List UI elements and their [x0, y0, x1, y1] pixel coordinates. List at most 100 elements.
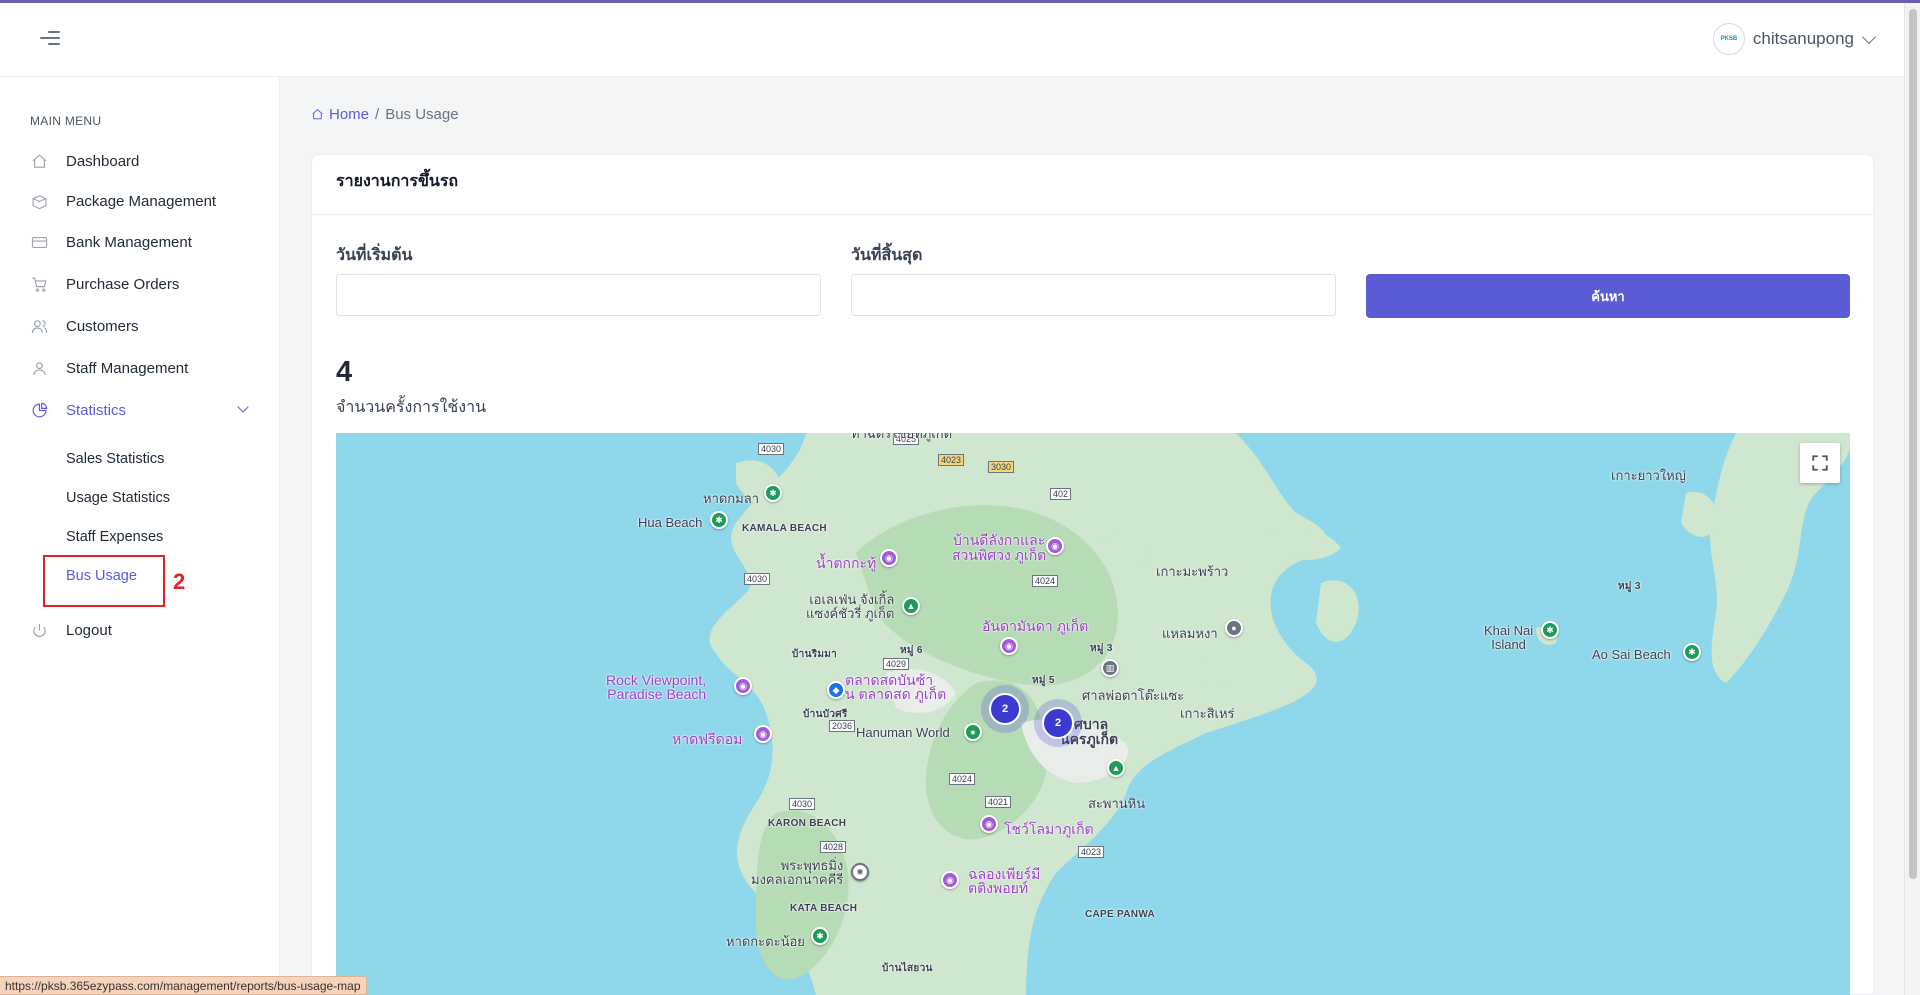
beach-marker-icon[interactable]: ✱	[710, 511, 728, 529]
sidebar-item-label: Dashboard	[66, 152, 140, 170]
park-marker-icon[interactable]: ▲	[1107, 759, 1125, 777]
map-label: Khai Nai Island	[1484, 623, 1534, 652]
sidebar-item-bank-management[interactable]: Bank Management	[30, 229, 255, 255]
scrollbar-thumb[interactable]	[1909, 9, 1917, 879]
road-shield: 4023	[1078, 846, 1105, 858]
road-shield: 402	[1050, 488, 1072, 500]
map-label: สะพานหิน	[1088, 796, 1146, 811]
bus-usage-cluster-marker[interactable]: 2	[1034, 699, 1082, 747]
beach-marker-icon[interactable]: ✱	[811, 927, 829, 945]
temple-marker-icon[interactable]: ✹	[851, 863, 869, 881]
user-icon	[30, 359, 48, 377]
top-header: PKSB chitsanupong	[0, 3, 1904, 77]
road-shield: 4024	[949, 773, 976, 785]
breadcrumb-current: Bus Usage	[385, 106, 459, 123]
attraction-marker-icon[interactable]: ◉	[1000, 637, 1018, 655]
attraction-marker-icon[interactable]: ◉	[980, 815, 998, 833]
map-label: เอเลเฟ่น จังเกิ้ล แซงค์ชัวรี่ ภูเก็ต	[806, 592, 895, 621]
sidebar-subitem-sales-statistics[interactable]: Sales Statistics	[66, 451, 164, 467]
sidebar-subitem-staff-expenses[interactable]: Staff Expenses	[66, 529, 163, 545]
avatar: PKSB	[1712, 23, 1745, 55]
beach-marker-icon[interactable]: ✱	[1683, 643, 1701, 661]
sidebar-item-customers[interactable]: Customers	[30, 313, 255, 339]
sidebar-item-label: Purchase Orders	[66, 275, 180, 293]
attraction-marker-icon[interactable]: ◉	[754, 725, 772, 743]
attraction-marker-icon[interactable]: ◉	[1046, 537, 1064, 555]
map-label: บ้านริมมา	[792, 649, 838, 660]
road-shield: 4030	[789, 798, 816, 810]
shopping-marker-icon[interactable]: ◆	[827, 681, 845, 699]
attraction-marker-icon[interactable]: ◉	[941, 871, 959, 889]
attraction-marker-icon[interactable]: ◉	[734, 677, 752, 695]
page-scrollbar[interactable]	[1904, 3, 1920, 995]
menu-title: MAIN MENU	[30, 114, 102, 128]
map-label: โชว์โลมาภูเก็ต	[1004, 821, 1094, 837]
cluster-count: 2	[989, 693, 1021, 725]
road-shield: 4030	[744, 573, 771, 585]
end-date-input[interactable]	[851, 274, 1336, 316]
road-shield: 3030	[988, 461, 1015, 473]
user-menu[interactable]: PKSB chitsanupong	[1712, 23, 1877, 55]
sidebar-item-statistics[interactable]: Statistics	[30, 397, 255, 423]
annotation-highlight-box	[43, 555, 165, 607]
start-date-input[interactable]	[336, 274, 821, 316]
breadcrumb-home-link[interactable]: Home	[311, 106, 369, 123]
package-icon	[30, 192, 48, 210]
road-shield: 4021	[985, 796, 1012, 808]
usage-count-label: จำนวนครั้งการใช้งาน	[336, 399, 486, 416]
map-label: หมู่ 5	[1032, 675, 1055, 686]
park-marker-icon[interactable]: ▲	[902, 597, 920, 615]
breadcrumb: Home / Bus Usage	[311, 106, 459, 123]
breadcrumb-separator: /	[375, 106, 380, 123]
map-label: บ้านไสยวน	[882, 963, 933, 974]
attraction-marker-icon[interactable]: ◉	[880, 549, 898, 567]
map-label: หาดกะตะน้อย	[726, 934, 805, 949]
map-label: บ้านดีลังกาและ สวนพิศวง ภูเก็ต	[952, 532, 1047, 563]
map-label: KARON BEACH	[768, 818, 847, 829]
map-label: แหลมหงา	[1162, 626, 1218, 641]
sidebar-item-logout[interactable]: Logout	[30, 617, 255, 643]
search-button[interactable]: ค้นหา	[1366, 274, 1850, 318]
home-icon	[30, 152, 48, 170]
sidebar-item-label: Customers	[66, 317, 139, 335]
fullscreen-icon	[1812, 455, 1828, 471]
sidebar-item-dashboard[interactable]: Dashboard	[30, 148, 255, 174]
breadcrumb-home-label: Home	[329, 106, 370, 123]
map-label: เกาะยาวใหญ่	[1611, 468, 1686, 483]
beach-marker-icon[interactable]: ✱	[764, 484, 782, 502]
sidebar-subitem-usage-statistics[interactable]: Usage Statistics	[66, 490, 170, 506]
map-label: Hanuman World	[856, 725, 950, 740]
map-label: เกาะมะพร้าว	[1156, 564, 1229, 579]
usage-count-value: 4	[336, 356, 353, 388]
map-label: ฉลองเพียร์มี ตติงพอยท์	[968, 866, 1041, 896]
map-label: น้ำตกกะทู้	[816, 555, 877, 571]
bus-usage-map[interactable]: 4030 4025 4023 3030 402 4030 4029 2036 4…	[336, 433, 1850, 995]
sidebar-item-purchase-orders[interactable]: Purchase Orders	[30, 271, 255, 297]
sidebar-item-label: Bank Management	[66, 233, 192, 251]
map-label: Hua Beach	[638, 515, 703, 530]
sidebar-item-staff-management[interactable]: Staff Management	[30, 355, 255, 381]
page-title: รายงานการขึ้นรถ	[336, 173, 459, 190]
map-label: Rock Viewpoint, Paradise Beach	[606, 672, 707, 702]
sidebar-item-label: Staff Management	[66, 359, 189, 377]
beach-marker-icon[interactable]: ✱	[1541, 621, 1559, 639]
map-label: KAMALA BEACH	[742, 523, 827, 534]
chevron-down-icon	[237, 401, 249, 413]
map-label: CAPE PANWA	[1085, 909, 1156, 920]
museum-marker-icon[interactable]: ▥	[1101, 659, 1119, 677]
report-card: รายงานการขึ้นรถ วันที่เริ่มต้น วันที่สิ้…	[311, 154, 1874, 995]
username: chitsanupong	[1752, 29, 1854, 48]
credit-card-icon	[30, 233, 48, 251]
map-label: อันดามันดา ภูเก็ต	[982, 618, 1089, 634]
place-marker-icon[interactable]: ●	[964, 723, 982, 741]
fullscreen-button[interactable]	[1800, 443, 1840, 483]
menu-toggle-icon[interactable]	[40, 31, 60, 47]
road-shield: 4028	[820, 841, 847, 853]
sidebar-item-package-management[interactable]: Package Management	[30, 188, 255, 214]
start-date-label: วันที่เริ่มต้น	[336, 247, 413, 264]
map-label: ตลาดสดบันซ้า น ตลาดสด ภูเก็ต	[845, 672, 947, 702]
map-label: KATA BEACH	[790, 903, 858, 914]
map-label: หมู่ 6	[900, 645, 923, 656]
bus-usage-cluster-marker[interactable]: 2	[981, 685, 1029, 733]
place-marker-icon[interactable]: ●	[1225, 619, 1243, 637]
